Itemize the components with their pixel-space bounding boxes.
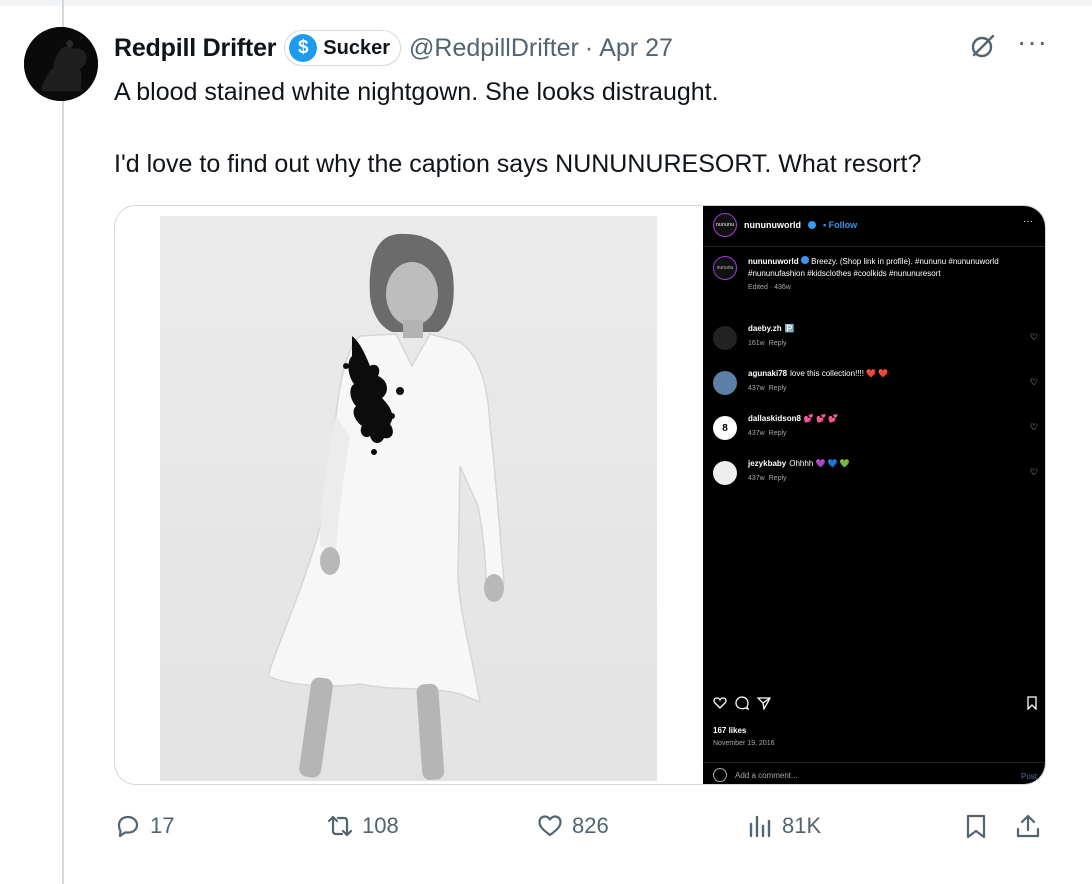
instagram-screenshot: nununu nununuworld • Follow ··· nununu n… <box>703 206 1045 784</box>
view-count: 81K <box>782 813 822 838</box>
reply-icon <box>117 815 139 838</box>
verified-badge-icon <box>807 221 816 229</box>
horse-rider-silhouette-icon <box>24 27 98 101</box>
header-actions: ··· <box>969 28 1048 60</box>
ig-reply-link: Reply <box>768 430 787 437</box>
ig-reply-link: Reply <box>768 340 787 347</box>
ig-share-icon <box>757 697 771 710</box>
ig-heart-icon: ♡ <box>1029 377 1038 387</box>
separator-dot: · <box>584 33 594 62</box>
repost-icon <box>327 815 353 837</box>
tweet-action-bar: 17 108 826 81K <box>114 806 1046 846</box>
reply-count: 17 <box>150 813 175 838</box>
ig-caption-meta: Edited · 436w <box>748 284 791 291</box>
ig-caption-username: nununuworld <box>748 257 799 266</box>
ig-comment-time: 437w <box>748 475 765 482</box>
like-button[interactable]: 826 <box>536 806 609 846</box>
ig-caption: nununu nununuworld Breezy. (Shop link in… <box>713 256 1033 291</box>
ig-comment-text: love this collection!!!! ❤️ ❤️ <box>790 369 889 378</box>
ig-heart-icon: ♡ <box>1029 422 1038 432</box>
ig-heart-icon: ♡ <box>1029 467 1038 477</box>
tweet-header: Redpill Drifter $ Sucker @RedpillDrifter… <box>114 30 673 66</box>
bookmark-icon <box>966 814 986 839</box>
subscription-badge[interactable]: $ Sucker <box>284 30 402 66</box>
ig-comment-time: 161w <box>748 340 765 347</box>
ig-reply-link: Reply <box>768 475 787 482</box>
dollar-sign-icon: $ <box>289 34 318 62</box>
ig-likes-count: 167 likes <box>713 726 747 735</box>
ig-comment: agunaki78 love this collection!!!! ❤️ ❤️ … <box>713 369 1038 405</box>
ig-follow-link: • Follow <box>822 220 858 230</box>
ig-comment-user: agunaki78 <box>748 369 788 378</box>
ig-comment-user: jezykbaby <box>748 459 787 468</box>
ig-action-bar <box>713 696 1038 714</box>
ig-comment-avatar <box>713 461 737 485</box>
ig-like-icon <box>713 697 727 709</box>
like-count: 826 <box>572 813 609 838</box>
ig-reply-link: Reply <box>768 385 787 392</box>
ig-caption-text: nununuworld Breezy. (Shop link in profil… <box>748 256 1033 280</box>
ig-comment-text: 🅿️ <box>784 324 795 333</box>
avatar[interactable] <box>24 27 98 101</box>
ig-comment-avatar <box>713 371 737 395</box>
ig-comment-text: 💕 💕 💕 <box>803 414 839 423</box>
media-attachment[interactable]: nununu nununuworld • Follow ··· nununu n… <box>114 205 1046 785</box>
ig-comment-text: Ohhhh 💜 💙 💚 <box>789 459 850 468</box>
verified-badge-icon <box>800 256 809 264</box>
ig-bookmark-icon <box>1027 696 1037 710</box>
ig-comment-user: dallaskidson8 <box>748 414 801 423</box>
reply-button[interactable]: 17 <box>114 806 174 846</box>
ig-comment: jezykbaby Ohhhh 💜 💙 💚 437w Reply ♡ <box>713 459 1038 495</box>
ig-post-date: November 19, 2016 <box>713 740 775 747</box>
ig-comment-user: daeby.zh <box>748 324 782 333</box>
ig-comment-time: 437w <box>748 385 765 392</box>
ig-username: nununuworld <box>744 220 801 230</box>
ig-divider <box>703 246 1045 247</box>
ig-comment: daeby.zh 🅿️ 161w Reply ♡ <box>713 324 1038 360</box>
ig-comment-avatar <box>713 326 737 350</box>
tweet-text-line: A blood stained white nightgown. She loo… <box>114 78 719 106</box>
ig-profile-avatar: nununu <box>713 256 737 280</box>
ig-heart-icon: ♡ <box>1029 332 1038 342</box>
ig-comment: 8 dallaskidson8 💕 💕 💕 437w Reply ♡ <box>713 414 1038 450</box>
display-name[interactable]: Redpill Drifter <box>114 34 276 63</box>
repost-count: 108 <box>362 813 399 838</box>
ig-divider <box>703 762 1045 763</box>
bookmark-button[interactable] <box>962 806 990 846</box>
ig-profile-avatar: nununu <box>713 213 737 237</box>
ig-add-comment-placeholder: Add a comment... <box>735 770 798 780</box>
ig-comment-avatar: 8 <box>713 416 737 440</box>
ig-comment-icon <box>735 696 749 710</box>
photo-child-in-nightgown[interactable] <box>160 216 657 781</box>
ig-comment-time: 437w <box>748 430 765 437</box>
grok-icon[interactable] <box>969 32 997 60</box>
ig-post-header: nununu nununuworld • Follow <box>713 213 857 237</box>
share-icon <box>1016 814 1040 838</box>
ig-more-icon: ··· <box>1023 216 1033 227</box>
views-button[interactable]: 81K <box>746 806 821 846</box>
emoji-icon <box>713 768 727 782</box>
ig-post-button: Post <box>1020 772 1037 781</box>
badge-label: Sucker <box>323 36 391 59</box>
analytics-icon <box>749 815 771 838</box>
tweet-date[interactable]: Apr 27 <box>599 34 673 63</box>
user-handle[interactable]: @RedpillDrifter <box>409 34 579 63</box>
thread-connector-line <box>62 0 64 884</box>
share-button[interactable] <box>1014 806 1042 846</box>
tweet-text: A blood stained white nightgown. She loo… <box>114 74 1054 218</box>
tweet-text-line: I'd love to find out why the caption say… <box>114 150 922 178</box>
repost-button[interactable]: 108 <box>326 806 399 846</box>
more-options-icon[interactable]: ··· <box>1017 28 1048 56</box>
top-divider <box>0 0 1092 6</box>
heart-icon <box>538 815 562 837</box>
ig-add-comment: Add a comment... <box>713 768 798 782</box>
